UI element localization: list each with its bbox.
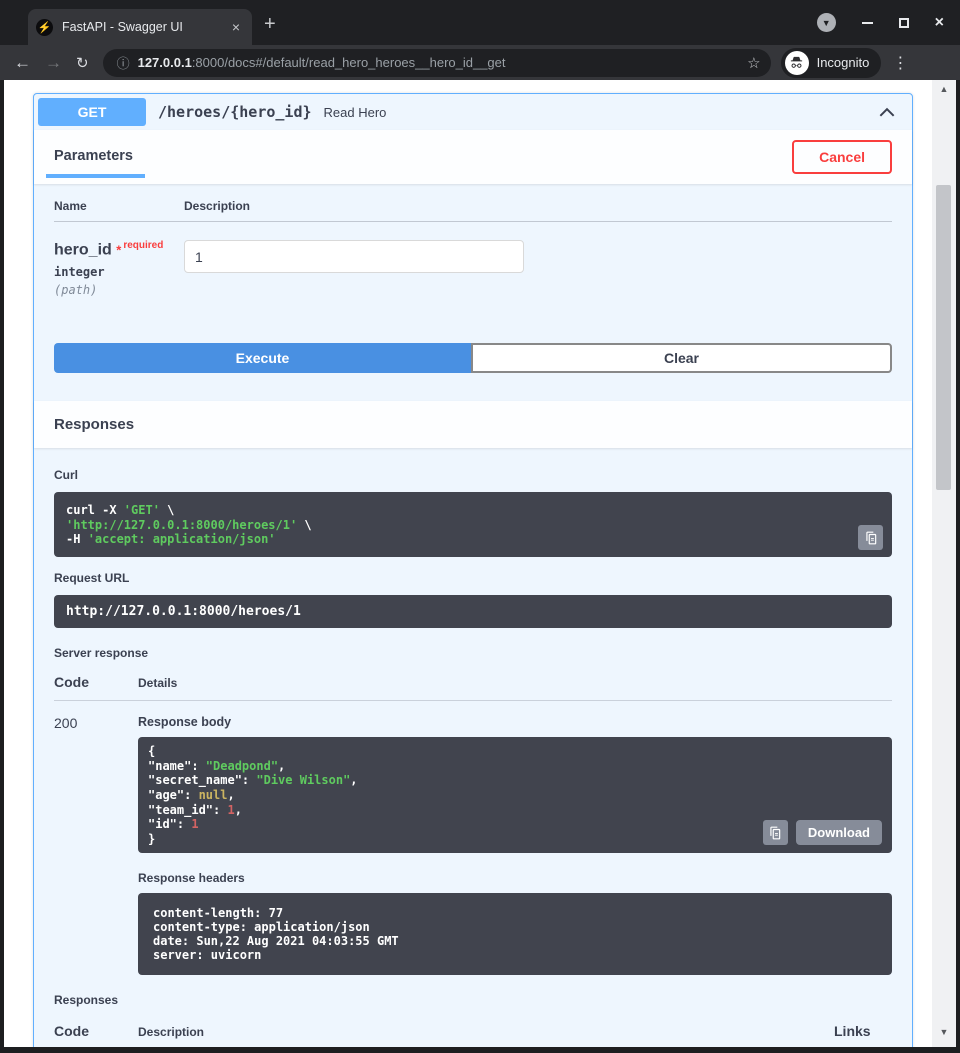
parameter-location: (path) xyxy=(54,283,184,297)
swagger-page: GET /heroes/{hero_id} Read Hero Paramete… xyxy=(4,80,932,1047)
request-url-block: http://127.0.0.1:8000/heroes/1 xyxy=(54,595,892,628)
site-info-icon[interactable]: ⓘ xyxy=(117,53,130,72)
browser-tab[interactable]: ⚡ FastAPI - Swagger UI × xyxy=(28,9,252,45)
code-line: "team_id": 1, xyxy=(148,803,882,818)
column-links: Links xyxy=(834,1023,892,1039)
opblock-summary[interactable]: GET /heroes/{hero_id} Read Hero xyxy=(34,94,912,130)
responses-section-header: Responses xyxy=(34,401,912,448)
copy-response-icon[interactable] xyxy=(763,820,788,845)
execute-button[interactable]: Execute xyxy=(54,343,471,373)
parameters-body: Name Description hero_id *required integ… xyxy=(34,184,912,401)
back-icon[interactable]: ← xyxy=(14,53,31,73)
curl-label: Curl xyxy=(54,468,892,482)
browser-menu-icon[interactable]: ⋮ xyxy=(892,53,908,73)
code-line: 'http://127.0.0.1:8000/heroes/1' \ xyxy=(66,518,852,532)
code-line: curl -X 'GET' \ xyxy=(66,503,852,517)
window-right-border xyxy=(956,80,960,1053)
header-line: server: uvicorn xyxy=(153,948,877,962)
url-text[interactable]: 127.0.0.1:8000/docs#/default/read_hero_h… xyxy=(138,55,740,70)
tab-title: FastAPI - Swagger UI xyxy=(62,20,228,34)
parameter-value-cell xyxy=(184,240,524,297)
minimize-icon[interactable] xyxy=(862,22,873,24)
download-button[interactable]: Download xyxy=(796,820,882,845)
browser-titlebar: ⚡ FastAPI - Swagger UI × + ▼ × xyxy=(0,0,960,45)
header-line: date: Sun,22 Aug 2021 04:03:55 GMT xyxy=(153,934,877,948)
code-line: "secret_name": "Dive Wilson", xyxy=(148,773,882,788)
scrollbar-thumb[interactable] xyxy=(936,185,951,490)
hero-id-input[interactable] xyxy=(184,240,524,273)
response-body-actions: Download xyxy=(763,820,882,845)
collapse-chevron-icon[interactable] xyxy=(878,103,896,121)
copy-curl-icon[interactable] xyxy=(858,525,883,550)
tab-parameters[interactable]: Parameters xyxy=(54,148,145,178)
parameter-type: integer xyxy=(54,265,184,279)
documented-responses-label: Responses xyxy=(54,993,892,1007)
responses-body: Curl curl -X 'GET' \ 'http://127.0.0.1:8… xyxy=(34,448,912,1047)
curl-command-block: curl -X 'GET' \ 'http://127.0.0.1:8000/h… xyxy=(54,492,892,557)
parameter-name-text: hero_id xyxy=(54,241,112,258)
window-controls: ▼ × xyxy=(817,0,960,45)
endpoint-path: /heroes/{hero_id} xyxy=(158,103,312,121)
incognito-label: Incognito xyxy=(817,55,870,70)
incognito-icon xyxy=(785,51,809,75)
parameters-columns: Name Description xyxy=(54,199,892,222)
endpoint-summary: Read Hero xyxy=(324,105,387,120)
column-description: Description xyxy=(184,199,250,213)
code-line: { xyxy=(148,744,882,759)
server-response-row: 200 Response body { "name": "Deadpond", … xyxy=(54,701,892,975)
response-headers-label: Response headers xyxy=(138,871,892,885)
incognito-badge: Incognito xyxy=(781,48,882,78)
response-body-block: { "name": "Deadpond", "secret_name": "Di… xyxy=(138,737,892,853)
header-line: content-length: 77 xyxy=(153,906,877,920)
reload-icon[interactable]: ↻ xyxy=(76,54,89,72)
column-details: Details xyxy=(138,676,177,690)
opblock-get-read-hero: GET /heroes/{hero_id} Read Hero Paramete… xyxy=(33,93,913,1047)
parameter-name: hero_id *required xyxy=(54,240,184,259)
request-url-text: http://127.0.0.1:8000/heroes/1 xyxy=(66,604,301,619)
column-name: Name xyxy=(54,199,184,213)
execute-row: Execute Clear xyxy=(54,343,892,373)
forward-icon[interactable]: → xyxy=(45,53,62,73)
code-line: "age": null, xyxy=(148,788,882,803)
parameter-row: hero_id *required integer (path) xyxy=(54,222,892,297)
close-icon[interactable]: × xyxy=(935,15,944,31)
response-details: Response body { "name": "Deadpond", "sec… xyxy=(138,715,892,975)
required-label: required xyxy=(123,240,163,251)
new-tab-button[interactable]: + xyxy=(264,14,276,34)
status-code: 200 xyxy=(54,715,138,975)
scrollbar-down-icon[interactable]: ▼ xyxy=(932,1025,956,1039)
cancel-button[interactable]: Cancel xyxy=(792,140,892,174)
server-response-label: Server response xyxy=(54,646,892,660)
parameters-header: Parameters Cancel xyxy=(34,130,912,184)
page-scrollbar[interactable]: ▲ ▼ xyxy=(932,80,956,1047)
bookmark-star-icon[interactable]: ☆ xyxy=(747,54,760,72)
column-description-doc: Description xyxy=(138,1025,834,1039)
server-response-columns: Code Details xyxy=(54,674,892,701)
browser-update-icon[interactable]: ▼ xyxy=(817,13,836,32)
column-code-doc: Code xyxy=(54,1023,138,1039)
response-body-label: Response body xyxy=(138,715,892,729)
url-path: :8000/docs#/default/read_hero_heroes__he… xyxy=(192,55,506,70)
parameter-meta: hero_id *required integer (path) xyxy=(54,240,184,297)
code-line: "name": "Deadpond", xyxy=(148,759,882,774)
clear-button[interactable]: Clear xyxy=(471,343,892,373)
fastapi-favicon-icon: ⚡ xyxy=(36,19,53,36)
address-bar[interactable]: ⓘ 127.0.0.1:8000/docs#/default/read_hero… xyxy=(103,49,771,77)
header-line: content-type: application/json xyxy=(153,920,877,934)
maximize-icon[interactable] xyxy=(899,18,909,28)
required-asterisk: * xyxy=(116,242,121,257)
column-code: Code xyxy=(54,674,138,690)
scrollbar-up-icon[interactable]: ▲ xyxy=(932,82,956,96)
tab-close-icon[interactable]: × xyxy=(228,19,244,35)
response-headers-block: content-length: 77content-type: applicat… xyxy=(138,893,892,975)
browser-toolbar: ← → ↻ ⓘ 127.0.0.1:8000/docs#/default/rea… xyxy=(0,45,960,80)
http-method-badge: GET xyxy=(38,98,146,126)
window-bottom-border xyxy=(0,1047,960,1053)
code-line: -H 'accept: application/json' xyxy=(66,532,852,546)
url-host: 127.0.0.1 xyxy=(138,55,192,70)
request-url-label: Request URL xyxy=(54,571,892,585)
documented-responses-columns: Code Description Links xyxy=(54,1023,892,1047)
